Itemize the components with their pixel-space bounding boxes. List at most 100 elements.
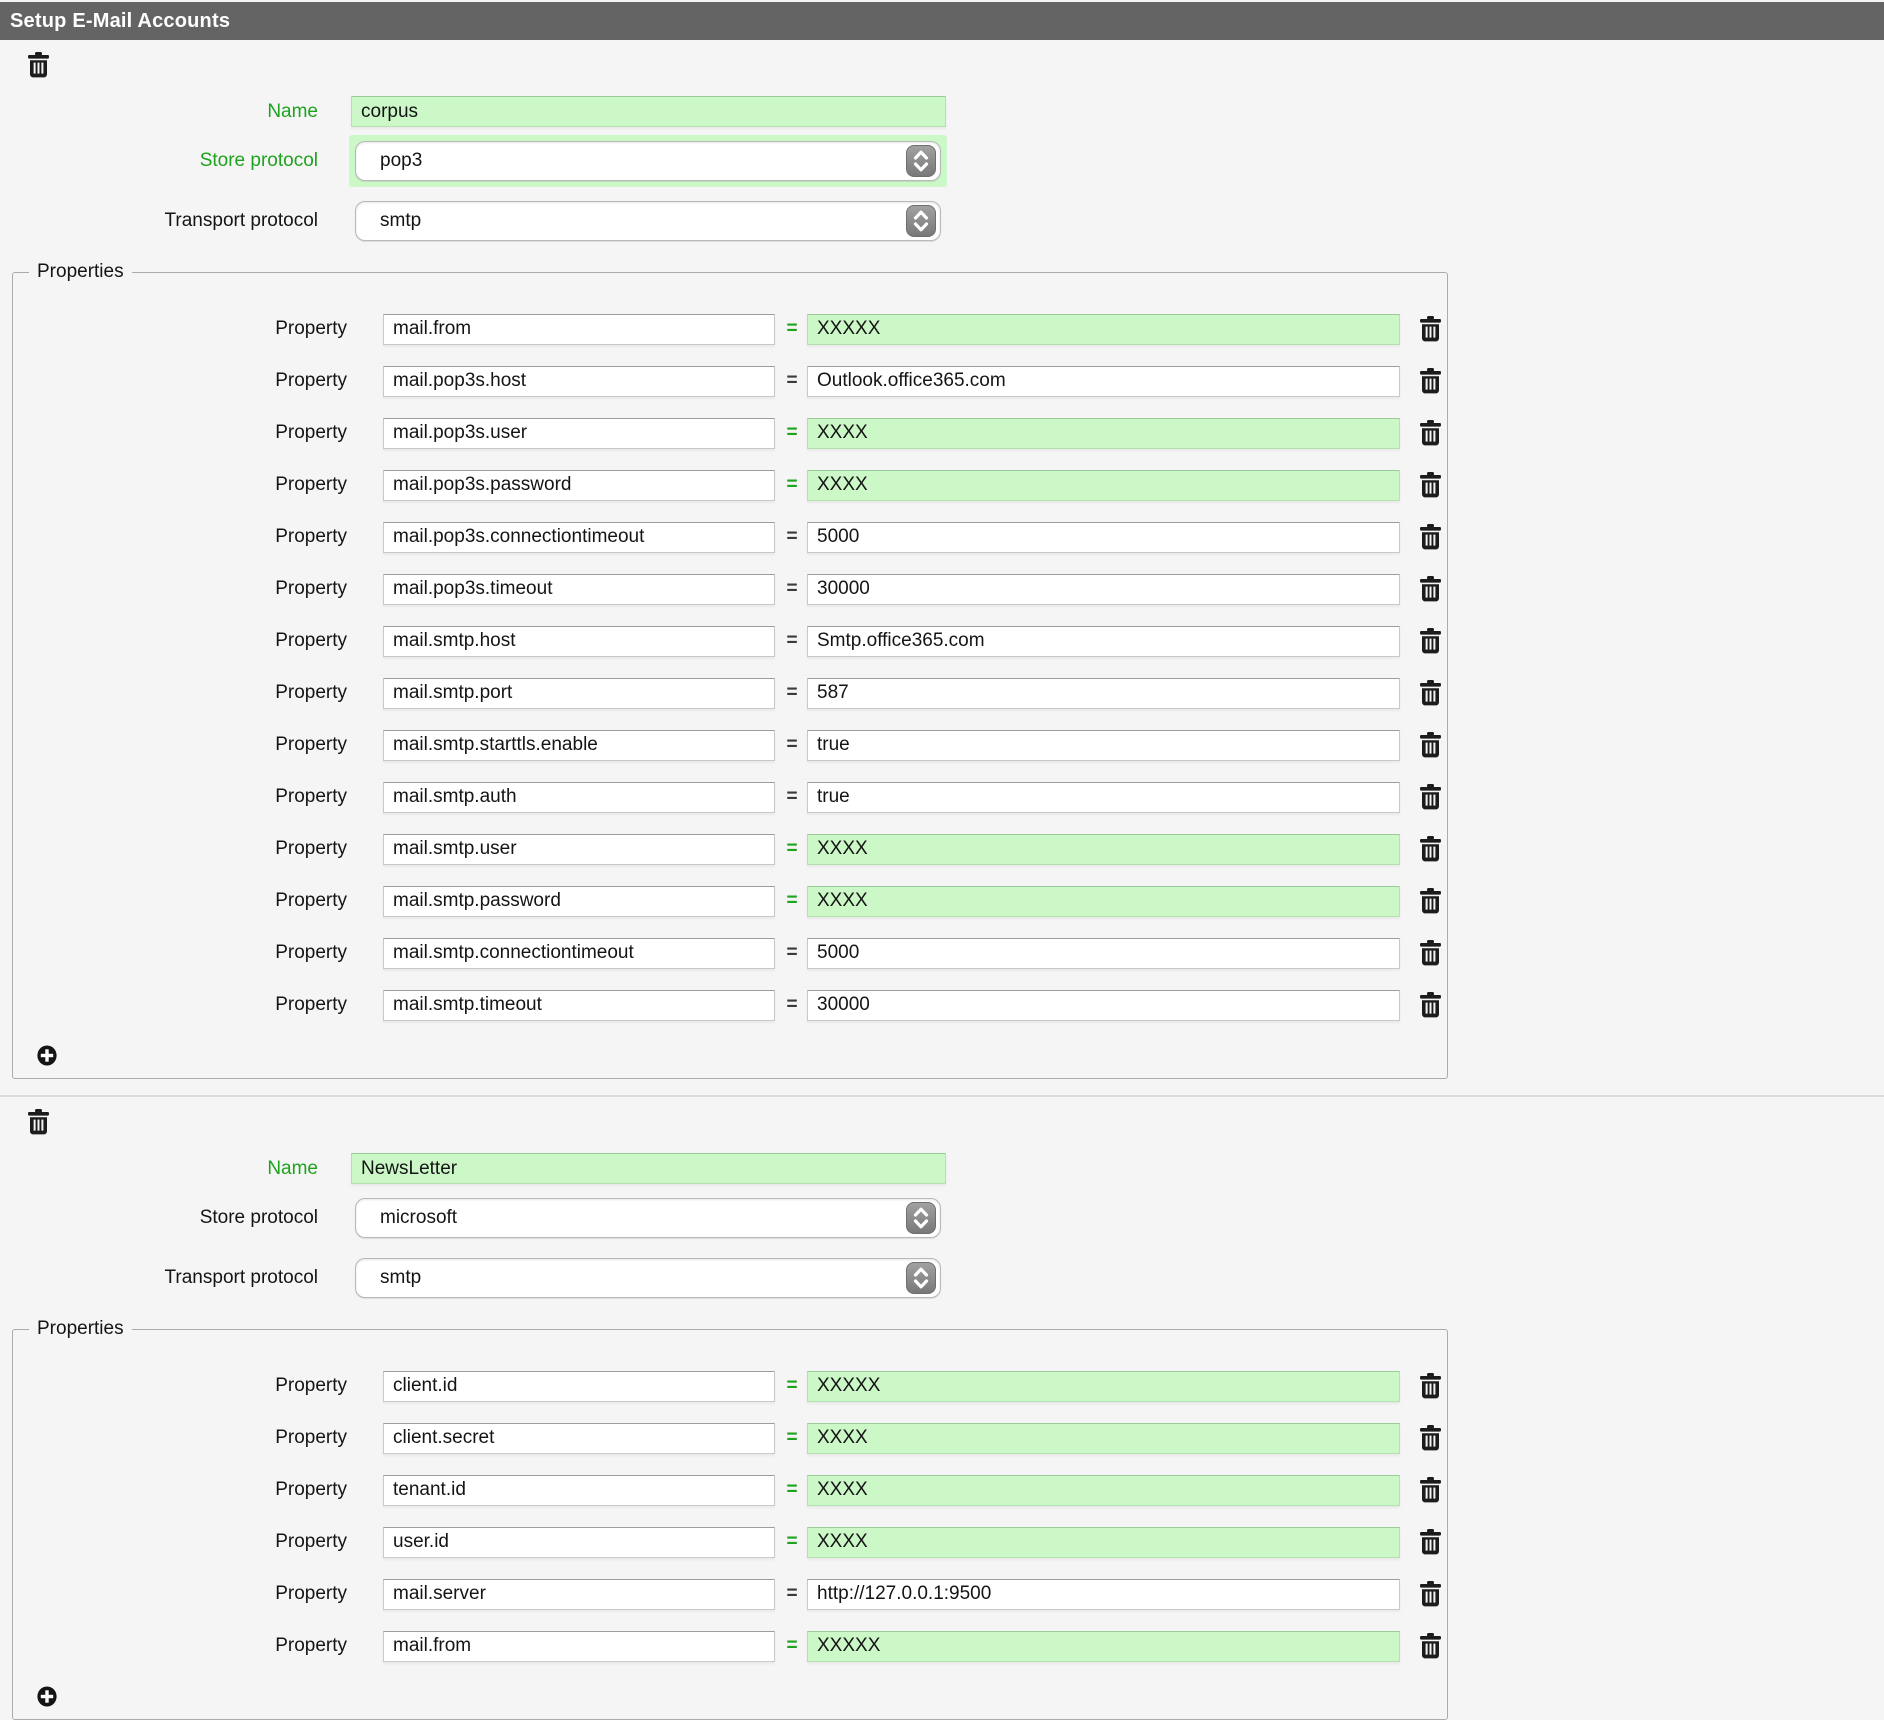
trash-icon xyxy=(1420,368,1441,394)
delete-property-button[interactable] xyxy=(1420,680,1441,706)
property-value-input[interactable] xyxy=(807,522,1400,553)
property-value-input[interactable] xyxy=(807,366,1400,397)
equals-sign: = xyxy=(783,838,801,860)
delete-account-button[interactable] xyxy=(28,52,49,78)
delete-property-button[interactable] xyxy=(1420,836,1441,862)
property-value-input[interactable] xyxy=(807,1579,1400,1610)
property-value-input[interactable] xyxy=(807,314,1400,345)
trash-icon xyxy=(1420,992,1441,1018)
delete-property-button[interactable] xyxy=(1420,1633,1441,1659)
delete-property-button[interactable] xyxy=(1420,524,1441,550)
property-name-input[interactable] xyxy=(383,782,775,813)
property-name-input[interactable] xyxy=(383,366,775,397)
plus-icon xyxy=(37,1045,57,1066)
property-name-input[interactable] xyxy=(383,470,775,501)
delete-property-button[interactable] xyxy=(1420,420,1441,446)
property-value-input[interactable] xyxy=(807,1423,1400,1454)
property-value-input[interactable] xyxy=(807,834,1400,865)
store-protocol-value: pop3 xyxy=(380,150,422,172)
transport-protocol-select[interactable]: smtp xyxy=(355,1258,941,1298)
property-name-input[interactable] xyxy=(383,574,775,605)
property-name-input[interactable] xyxy=(383,1631,775,1662)
property-label: Property xyxy=(13,578,347,600)
property-value-input[interactable] xyxy=(807,626,1400,657)
property-name-input[interactable] xyxy=(383,730,775,761)
delete-property-button[interactable] xyxy=(1420,992,1441,1018)
property-name-input[interactable] xyxy=(383,1579,775,1610)
property-value-input[interactable] xyxy=(807,886,1400,917)
delete-property-button[interactable] xyxy=(1420,628,1441,654)
property-name-input[interactable] xyxy=(383,990,775,1021)
property-value-input[interactable] xyxy=(807,418,1400,449)
transport-protocol-select[interactable]: smtp xyxy=(355,201,941,241)
property-value-input[interactable] xyxy=(807,730,1400,761)
trash-icon xyxy=(28,1109,49,1135)
add-property-button[interactable] xyxy=(37,1686,57,1707)
property-value-input[interactable] xyxy=(807,1475,1400,1506)
property-value-input[interactable] xyxy=(807,1527,1400,1558)
trash-icon xyxy=(1420,524,1441,550)
property-name-input[interactable] xyxy=(383,1423,775,1454)
store-protocol-select[interactable]: microsoft xyxy=(355,1198,941,1238)
property-name-input[interactable] xyxy=(383,1371,775,1402)
account-name-input[interactable] xyxy=(351,96,946,127)
trash-icon xyxy=(1420,1425,1441,1451)
add-property-button[interactable] xyxy=(37,1045,57,1066)
delete-property-button[interactable] xyxy=(1420,940,1441,966)
property-value-input[interactable] xyxy=(807,782,1400,813)
delete-property-button[interactable] xyxy=(1420,784,1441,810)
trash-icon xyxy=(1420,836,1441,862)
property-label: Property xyxy=(13,682,347,704)
property-name-input[interactable] xyxy=(383,522,775,553)
property-name-input[interactable] xyxy=(383,938,775,969)
delete-property-button[interactable] xyxy=(1420,1373,1441,1399)
property-row: Property = xyxy=(13,511,1447,563)
delete-property-button[interactable] xyxy=(1420,1425,1441,1451)
property-value-input[interactable] xyxy=(807,574,1400,605)
property-name-input[interactable] xyxy=(383,834,775,865)
property-name-input[interactable] xyxy=(383,314,775,345)
property-value-input[interactable] xyxy=(807,938,1400,969)
property-name-input[interactable] xyxy=(383,886,775,917)
store-protocol-row: Store protocol pop3 xyxy=(0,135,1884,187)
delete-property-button[interactable] xyxy=(1420,472,1441,498)
equals-sign: = xyxy=(783,578,801,600)
property-value-input[interactable] xyxy=(807,990,1400,1021)
delete-property-button[interactable] xyxy=(1420,1529,1441,1555)
delete-property-button[interactable] xyxy=(1420,732,1441,758)
equals-sign: = xyxy=(783,422,801,444)
property-name-input[interactable] xyxy=(383,1475,775,1506)
property-value-input[interactable] xyxy=(807,470,1400,501)
delete-property-button[interactable] xyxy=(1420,888,1441,914)
trash-icon xyxy=(1420,784,1441,810)
page-title: Setup E-Mail Accounts xyxy=(0,2,1884,40)
property-row: Property = xyxy=(13,667,1447,719)
equals-sign: = xyxy=(783,1375,801,1397)
property-row: Property = xyxy=(13,771,1447,823)
store-protocol-select[interactable]: pop3 xyxy=(355,141,941,181)
delete-account-button[interactable] xyxy=(28,1109,49,1135)
property-label: Property xyxy=(13,734,347,756)
property-value-input[interactable] xyxy=(807,1631,1400,1662)
property-name-input[interactable] xyxy=(383,418,775,449)
property-name-input[interactable] xyxy=(383,1527,775,1558)
store-protocol-halo: pop3 xyxy=(349,135,947,187)
delete-property-button[interactable] xyxy=(1420,576,1441,602)
equals-sign: = xyxy=(783,318,801,340)
property-value-input[interactable] xyxy=(807,1371,1400,1402)
property-label: Property xyxy=(13,838,347,860)
property-label: Property xyxy=(13,994,347,1016)
account-name-input[interactable] xyxy=(351,1153,946,1184)
trash-icon xyxy=(1420,472,1441,498)
delete-property-button[interactable] xyxy=(1420,368,1441,394)
setup-email-accounts-page: Setup E-Mail Accounts Name Store protoco… xyxy=(0,2,1884,1720)
property-name-input[interactable] xyxy=(383,626,775,657)
trash-icon xyxy=(1420,628,1441,654)
delete-property-button[interactable] xyxy=(1420,316,1441,342)
property-label: Property xyxy=(13,890,347,912)
property-name-input[interactable] xyxy=(383,678,775,709)
property-value-input[interactable] xyxy=(807,678,1400,709)
delete-property-button[interactable] xyxy=(1420,1477,1441,1503)
delete-property-button[interactable] xyxy=(1420,1581,1441,1607)
properties-list: Property = Property = xyxy=(13,303,1447,1031)
